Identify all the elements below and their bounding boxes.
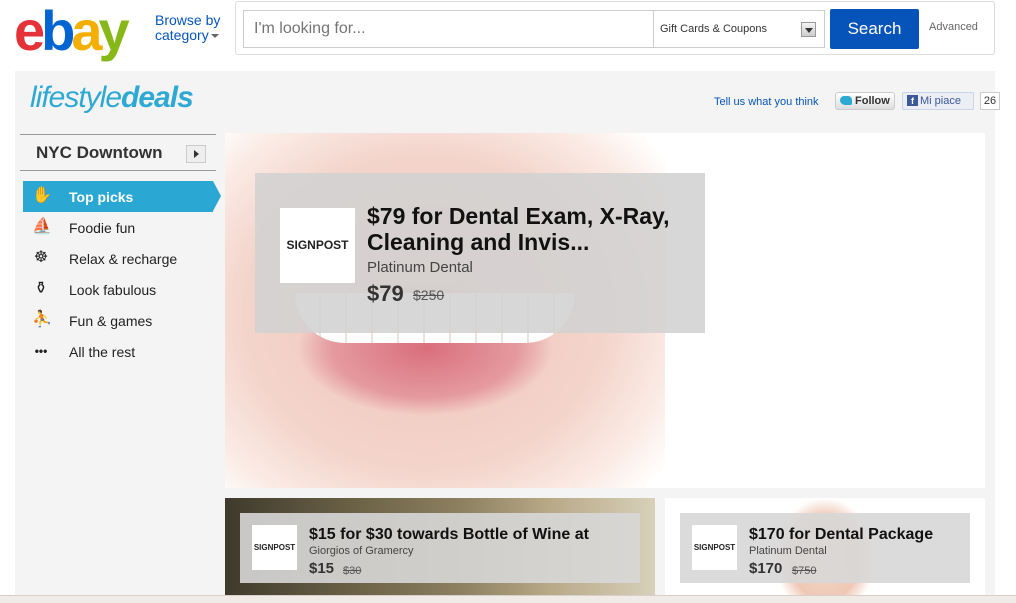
twitter-follow-button[interactable]: Follow xyxy=(835,92,895,110)
nav-item-label: Fun & games xyxy=(69,313,153,329)
deal-card-dental-package[interactable]: SIGNPOST $170 for Dental Package Platinu… xyxy=(665,498,985,603)
thumbs-up-icon: ✋ xyxy=(32,187,52,204)
search-input[interactable] xyxy=(243,10,653,48)
category-nav: ✋ Top picks ⛵ Foodie fun ☸ Relax & recharge… xyxy=(20,181,221,367)
lifestyle-deals-logo[interactable]: lifestyledeals xyxy=(30,81,194,115)
browse-label-line1: Browse by xyxy=(155,12,221,28)
like-label: Mi piace xyxy=(920,95,961,107)
food-dish-icon: ⛵ xyxy=(32,218,52,235)
merchant-logo: SIGNPOST xyxy=(252,525,297,570)
deal-info-overlay: SIGNPOST $79 for Dental Exam, X-Ray, Cle… xyxy=(255,173,705,333)
browse-by-category[interactable]: Browse by category xyxy=(155,13,220,43)
deal-title[interactable]: $15 for $30 towards Bottle of Wine at xyxy=(309,526,589,544)
meditation-icon: ☸ xyxy=(33,249,49,266)
deal-original-price: $30 xyxy=(343,565,362,577)
dropdown-arrow-icon xyxy=(801,22,816,37)
bottom-scroll-edge xyxy=(0,595,1016,603)
logo-deals-text: deals xyxy=(121,81,194,114)
facebook-icon: f xyxy=(907,95,918,106)
nav-item-label: Relax & recharge xyxy=(69,251,178,267)
logo-letter-b: b xyxy=(41,0,75,62)
logo-letter-e: e xyxy=(14,0,45,62)
deal-merchant: Platinum Dental xyxy=(749,545,827,557)
merchant-logo: SIGNPOST xyxy=(280,208,355,283)
deal-original-price: $750 xyxy=(792,565,817,577)
follow-label: Follow xyxy=(855,95,890,107)
browse-label-line2: category xyxy=(155,27,209,43)
deal-price: $170 xyxy=(749,560,783,577)
nav-item-label: Top picks xyxy=(69,189,134,205)
deal-title[interactable]: $170 for Dental Package xyxy=(749,526,933,544)
featured-deal[interactable]: SIGNPOST $79 for Dental Exam, X-Ray, Cle… xyxy=(225,133,985,488)
nav-item-label: Look fabulous xyxy=(69,282,157,298)
deal-title[interactable]: $79 for Dental Exam, X-Ray, Cleaning and… xyxy=(367,203,687,255)
category-selected-value: Gift Cards & Coupons xyxy=(660,23,767,35)
deal-price: $15 xyxy=(309,560,335,577)
deal-info-overlay: SIGNPOST $15 for $30 towards Bottle of W… xyxy=(240,513,640,583)
facebook-like-button[interactable]: f Mi piace xyxy=(902,92,974,110)
nav-item-label: All the rest xyxy=(69,344,136,360)
merchant-logo: SIGNPOST xyxy=(692,525,737,570)
city-name: NYC Downtown xyxy=(36,143,163,162)
like-count: 26 xyxy=(980,92,1000,110)
site-header: ebay Browse by category Gift Cards & Cou… xyxy=(0,0,1016,62)
dots-icon: ••• xyxy=(34,344,48,358)
nav-item-relax-recharge[interactable]: ☸ Relax & recharge xyxy=(20,243,216,274)
search-bar: Gift Cards & Coupons Search Advanced xyxy=(235,1,995,55)
deal-original-price: $250 xyxy=(413,287,445,303)
deal-merchant: Giorgios of Gramercy xyxy=(309,545,414,557)
search-button[interactable]: Search xyxy=(830,9,919,49)
deal-card-wine[interactable]: SIGNPOST $15 for $30 towards Bottle of W… xyxy=(225,498,655,603)
nav-item-foodie-fun[interactable]: ⛵ Foodie fun xyxy=(20,212,216,243)
category-select[interactable]: Gift Cards & Coupons xyxy=(653,10,825,48)
deal-price: $79 xyxy=(367,281,404,306)
nav-item-all-the-rest[interactable]: ••• All the rest xyxy=(20,336,216,367)
lifestyle-deals-page: lifestyledeals Tell us what you think Fo… xyxy=(15,71,1000,603)
chevron-right-icon[interactable] xyxy=(186,145,206,163)
advanced-search-link[interactable]: Advanced xyxy=(929,21,978,33)
logo-lifestyle-text: lifestyle xyxy=(30,81,122,114)
nav-item-look-fabulous[interactable]: ⚱ Look fabulous xyxy=(20,274,216,305)
nav-item-top-picks[interactable]: ✋ Top picks xyxy=(23,181,221,212)
logo-letter-a: a xyxy=(71,0,102,62)
deal-info-overlay: SIGNPOST $170 for Dental Package Platinu… xyxy=(680,513,970,583)
city-selector[interactable]: NYC Downtown xyxy=(20,134,216,171)
running-person-icon: ⛹ xyxy=(32,311,52,328)
chevron-down-icon xyxy=(210,34,219,39)
deal-merchant: Platinum Dental xyxy=(367,259,473,276)
ebay-logo[interactable]: ebay xyxy=(14,0,130,62)
twitter-bird-icon xyxy=(840,96,852,105)
logo-letter-y: y xyxy=(98,0,130,62)
feedback-link[interactable]: Tell us what you think xyxy=(714,96,819,108)
nav-item-label: Foodie fun xyxy=(69,220,136,236)
perfume-icon: ⚱ xyxy=(34,280,48,297)
nav-item-fun-games[interactable]: ⛹ Fun & games xyxy=(20,305,216,336)
